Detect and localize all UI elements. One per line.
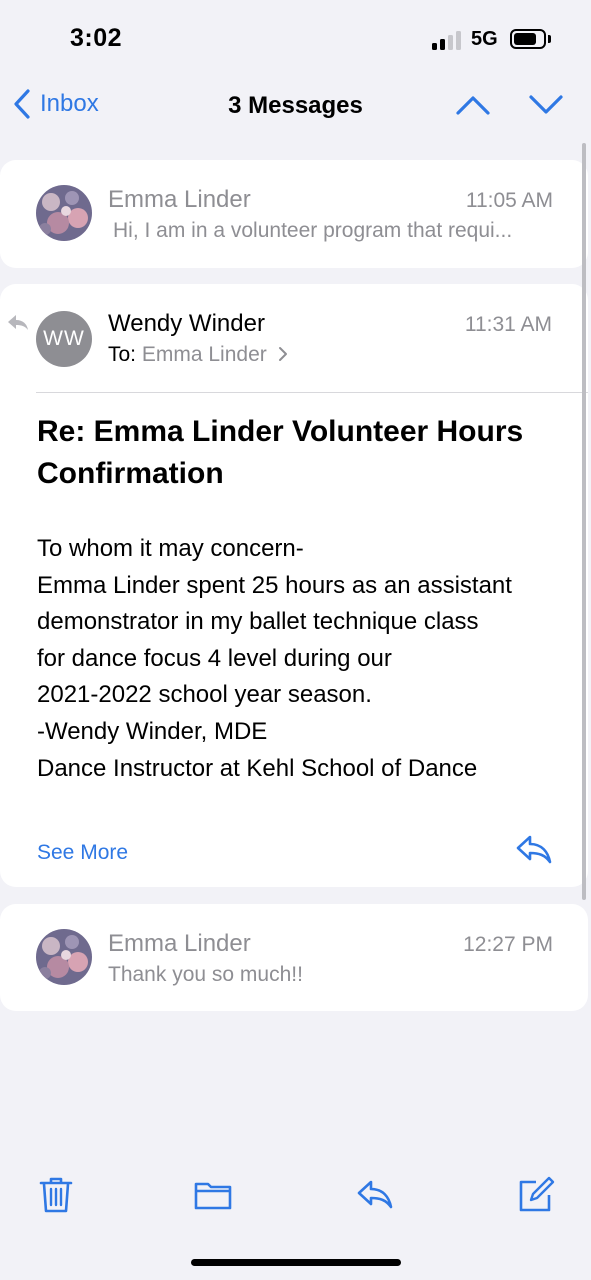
page-title: 3 Messages bbox=[228, 92, 363, 119]
body-line: Dance Instructor at Kehl School of Dance bbox=[37, 754, 478, 782]
chevron-right-icon bbox=[278, 347, 287, 361]
sender-name: Emma Linder bbox=[108, 930, 251, 957]
chevron-up-icon[interactable] bbox=[455, 92, 491, 118]
message-card-collapsed[interactable]: Emma Linder 11:05 AM Hi, I am in a volun… bbox=[0, 160, 588, 268]
message-body: To whom it may concern- Emma Linder spen… bbox=[37, 531, 577, 787]
status-time: 3:02 bbox=[70, 24, 123, 52]
message-time: 11:31 AM bbox=[464, 313, 552, 336]
message-card-expanded: WW Wendy Winder 11:31 AM To: Emma Linder… bbox=[0, 284, 588, 887]
avatar bbox=[36, 929, 92, 985]
signal-icon bbox=[432, 30, 462, 50]
avatar: WW bbox=[36, 311, 92, 367]
battery-cap bbox=[548, 35, 551, 43]
message-card-collapsed[interactable]: Emma Linder 12:27 PM Thank you so much!! bbox=[0, 904, 588, 1011]
message-time: 12:27 PM bbox=[463, 933, 553, 956]
to-label: To: bbox=[108, 343, 137, 366]
recipient-name: Emma Linder bbox=[141, 343, 267, 366]
reply-icon[interactable] bbox=[515, 834, 553, 866]
battery-icon bbox=[510, 29, 546, 49]
body-line: -Wendy Winder, MDE bbox=[37, 717, 268, 745]
trash-icon[interactable] bbox=[36, 1175, 76, 1215]
sender-name: Emma Linder bbox=[108, 186, 251, 213]
see-more-link[interactable]: See More bbox=[37, 841, 128, 865]
reply-icon[interactable] bbox=[355, 1175, 395, 1215]
scrollbar[interactable] bbox=[582, 143, 586, 900]
avatar bbox=[36, 185, 92, 241]
reply-arrow-icon bbox=[8, 315, 28, 330]
mail-thread-screen: 3:02 5G Inbox 3 Messages Emma Linder 11:… bbox=[0, 0, 591, 1280]
body-line: 2021-2022 school year season. bbox=[37, 681, 372, 709]
message-subject: Re: Emma Linder Volunteer Hours Confirma… bbox=[37, 415, 524, 490]
home-indicator[interactable] bbox=[191, 1259, 401, 1266]
folder-icon[interactable] bbox=[193, 1175, 233, 1215]
body-line: for dance focus 4 level during our bbox=[37, 644, 392, 672]
chevron-down-icon[interactable] bbox=[528, 92, 564, 118]
network-label: 5G bbox=[471, 28, 498, 50]
body-line: demonstrator in my ballet technique clas… bbox=[37, 608, 479, 636]
recipient-line[interactable]: To: Emma Linder bbox=[108, 343, 289, 367]
status-bar: 3:02 5G bbox=[0, 0, 591, 80]
message-preview: Hi, I am in a volunteer program that req… bbox=[113, 219, 513, 242]
sender-name: Wendy Winder bbox=[108, 310, 265, 337]
body-line: Emma Linder spent 25 hours as an assista… bbox=[37, 571, 512, 599]
compose-icon[interactable] bbox=[516, 1175, 556, 1215]
body-line: To whom it may concern- bbox=[37, 535, 304, 562]
message-time: 11:05 AM bbox=[465, 189, 553, 212]
message-preview: Thank you so much!! bbox=[108, 963, 303, 986]
navigation-bar: Inbox 3 Messages bbox=[0, 80, 591, 130]
header-divider bbox=[36, 392, 588, 393]
